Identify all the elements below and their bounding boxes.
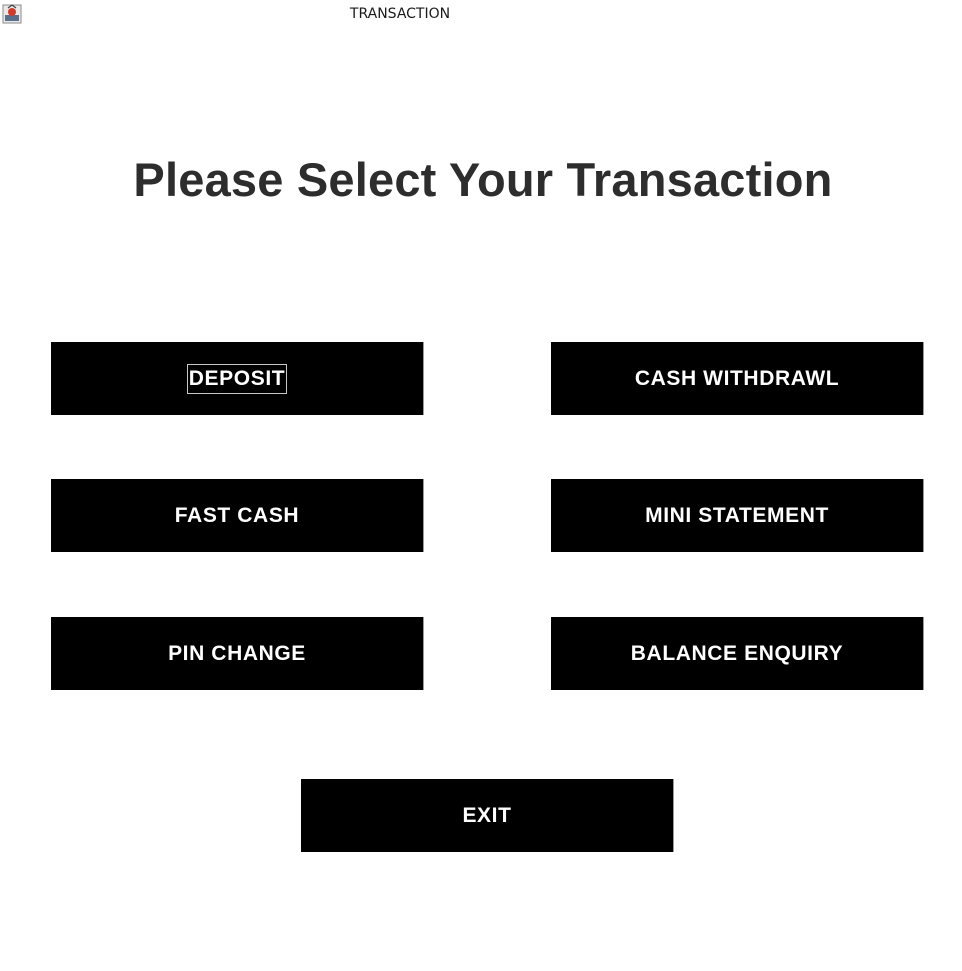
cash-withdrawl-button[interactable]: CASH WITHDRAWL [551,342,924,415]
fast-cash-button[interactable]: FAST CASH [51,479,424,552]
deposit-button-label: DEPOSIT [186,363,288,394]
balance-enquiry-button[interactable]: BALANCE ENQUIRY [551,617,924,690]
balance-enquiry-button-label: BALANCE ENQUIRY [630,641,844,665]
pin-change-button[interactable]: PIN CHANGE [51,617,424,690]
fast-cash-button-label: FAST CASH [174,503,300,527]
mini-statement-button-label: MINI STATEMENT [645,503,829,527]
page-title: Please Select Your Transaction [133,153,833,206]
cash-withdrawl-button-label: CASH WITHDRAWL [634,366,840,390]
exit-button[interactable]: EXIT [301,779,674,852]
exit-button-label: EXIT [462,803,512,827]
pin-change-button-label: PIN CHANGE [168,641,306,665]
deposit-button[interactable]: DEPOSIT [51,342,424,415]
mini-statement-button[interactable]: MINI STATEMENT [551,479,924,552]
window-title: TRANSACTION [349,6,451,22]
